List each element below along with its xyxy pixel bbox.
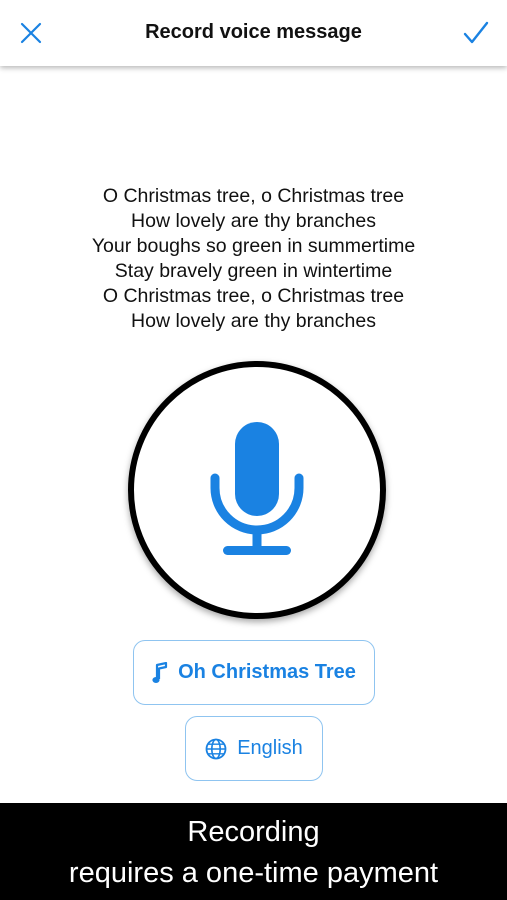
lyrics-text: O Christmas tree, o Christmas tree How l… bbox=[0, 184, 507, 334]
language-select-label: English bbox=[237, 737, 303, 759]
song-select-button[interactable]: Oh Christmas Tree bbox=[133, 640, 375, 705]
lyrics-line: Stay bravely green in wintertime bbox=[114, 260, 393, 282]
lyrics-line: How lovely are thy branches bbox=[131, 210, 376, 232]
payment-banner: Recording requires a one-time payment bbox=[0, 803, 507, 900]
confirm-button[interactable] bbox=[459, 16, 493, 50]
music-note-icon bbox=[152, 661, 168, 684]
lyrics-line: Your boughs so green in summertime bbox=[91, 235, 416, 257]
microphone-icon bbox=[210, 422, 304, 555]
banner-title: Recording bbox=[187, 816, 320, 848]
language-select-button[interactable]: English bbox=[185, 716, 323, 781]
lyrics-line: O Christmas tree, o Christmas tree bbox=[102, 285, 405, 307]
lyrics-line: O Christmas tree, o Christmas tree bbox=[102, 185, 405, 207]
lyrics-line: How lovely are thy branches bbox=[131, 310, 376, 332]
banner-subtitle: requires a one-time payment bbox=[68, 857, 439, 889]
navigation-header: Record voice message bbox=[0, 0, 507, 66]
checkmark-icon bbox=[463, 21, 489, 44]
page-title: Record voice message bbox=[145, 21, 362, 43]
globe-icon bbox=[205, 738, 227, 760]
song-select-label: Oh Christmas Tree bbox=[178, 661, 356, 683]
record-button[interactable] bbox=[128, 361, 386, 619]
